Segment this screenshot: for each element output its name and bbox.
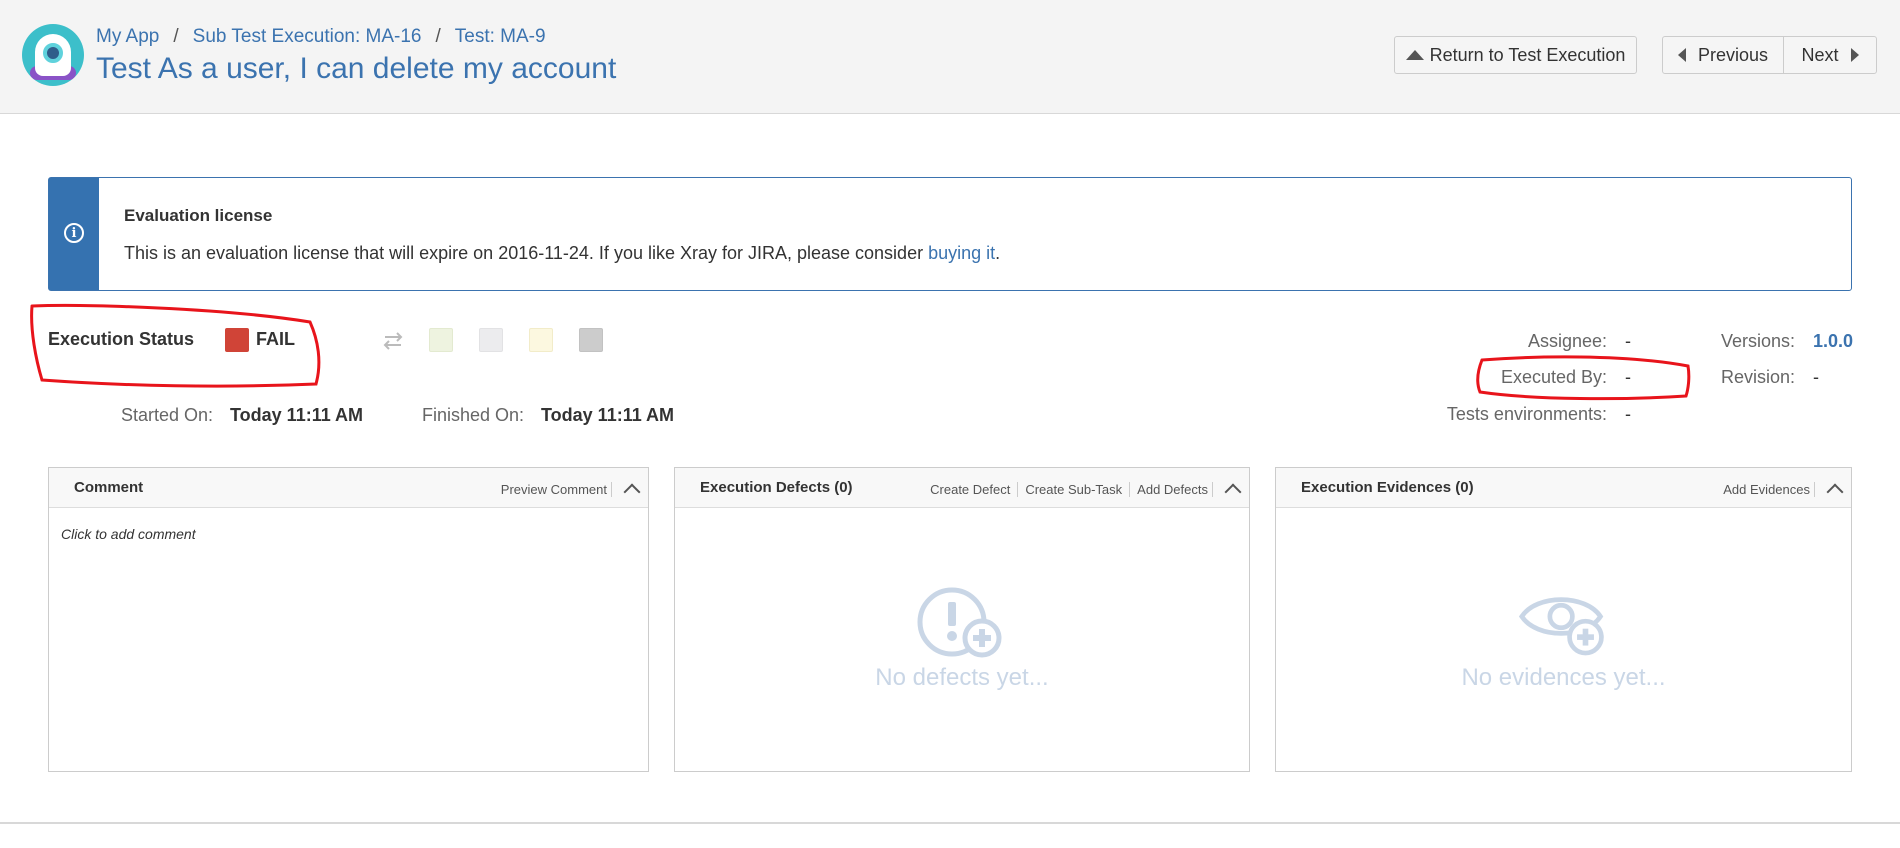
previous-button[interactable]: Previous	[1662, 36, 1784, 74]
chevron-up-icon[interactable]	[1826, 483, 1844, 501]
create-defect-link[interactable]: Create Defect	[923, 482, 1019, 497]
tests-environments-value[interactable]: -	[1625, 404, 1631, 425]
execution-status-label: Execution Status	[48, 329, 195, 349]
add-defects-link[interactable]: Add Defects	[1130, 482, 1213, 497]
started-on-value: Today 11:11 AM	[230, 405, 364, 425]
defects-panel-title: Execution Defects (0)	[700, 479, 853, 496]
add-comment-placeholder[interactable]: Click to add comment	[61, 526, 196, 542]
buying-it-link[interactable]: buying it	[928, 243, 995, 263]
evidences-panel-actions: Add Evidences	[1716, 482, 1815, 497]
evidences-panel-header: Execution Evidences (0) Add Evidences	[1276, 468, 1851, 508]
defect-add-icon	[917, 587, 1002, 658]
finished-on-label: Finished On:	[422, 405, 525, 425]
next-button-label: Next	[1801, 44, 1839, 65]
evidence-eye-add-icon	[1518, 597, 1604, 656]
chevron-up-icon[interactable]	[623, 483, 641, 501]
status-option-executing[interactable]	[529, 328, 553, 352]
breadcrumb-separator: /	[173, 26, 179, 47]
breadcrumb-app-link[interactable]: My App	[96, 26, 159, 48]
no-evidences-text: No evidences yet...	[1461, 664, 1666, 691]
started-on-label: Started On:	[121, 405, 214, 425]
breadcrumb-sub-test-execution-link[interactable]: Sub Test Execution: MA-16	[193, 26, 422, 48]
evaluation-license-banner: i Evaluation license This is an evaluati…	[48, 177, 1852, 291]
info-icon: i	[64, 223, 84, 243]
return-to-test-execution-button[interactable]: Return to Test Execution	[1394, 36, 1637, 74]
app-logo-icon	[22, 24, 84, 86]
revision-label: Revision:	[1720, 367, 1795, 387]
execution-defects-panel: Execution Defects (0) Create Defect Crea…	[674, 467, 1250, 772]
status-option-aborted[interactable]	[579, 328, 603, 352]
comment-panel-title: Comment	[74, 479, 144, 496]
status-option-todo[interactable]	[479, 328, 503, 352]
page-title: Test As a user, I can delete my account	[96, 52, 617, 85]
breadcrumb: My App / Sub Test Execution: MA-16 / Tes…	[96, 26, 546, 48]
comment-panel: Comment Preview Comment Click to add com…	[48, 467, 649, 772]
executed-by-value: -	[1625, 367, 1631, 387]
comment-panel-actions: Preview Comment	[494, 482, 612, 497]
arrow-right-icon	[1850, 48, 1859, 62]
license-body-text: This is an evaluation license that will …	[124, 243, 929, 263]
versions-value-link[interactable]: 1.0.0	[1813, 331, 1853, 352]
revision-value: -	[1813, 367, 1819, 387]
defects-panel-header: Execution Defects (0) Create Defect Crea…	[675, 468, 1249, 508]
page-header: My App / Sub Test Execution: MA-16 / Tes…	[0, 0, 1900, 114]
assignee-value[interactable]: -	[1625, 331, 1631, 352]
add-evidences-link[interactable]: Add Evidences	[1716, 482, 1815, 497]
banner-stripe: i	[49, 178, 99, 290]
previous-button-label: Previous	[1697, 44, 1769, 65]
executed-by-label: Executed By:	[1500, 367, 1607, 387]
license-body-end: .	[995, 243, 1001, 263]
status-value[interactable]: FAIL	[256, 329, 295, 350]
chevron-up-icon[interactable]	[1224, 483, 1242, 501]
footer-divider	[0, 822, 1900, 824]
status-fail-swatch[interactable]	[225, 328, 249, 352]
execution-evidences-panel: Execution Evidences (0) Add Evidences No…	[1275, 467, 1852, 772]
evidences-panel-title: Execution Evidences (0)	[1301, 479, 1474, 496]
comment-panel-header: Comment Preview Comment	[49, 468, 648, 508]
preview-comment-link[interactable]: Preview Comment	[494, 482, 612, 497]
breadcrumb-test-link[interactable]: Test: MA-9	[455, 26, 546, 48]
tests-environments-label: Tests environments:	[1446, 404, 1607, 424]
finished-on-value: Today 11:11 AM	[541, 405, 675, 425]
swap-arrows-icon[interactable]	[381, 331, 405, 351]
return-button-label: Return to Test Execution	[1429, 44, 1626, 65]
arrow-up-icon	[1405, 50, 1424, 60]
license-body: This is an evaluation license that will …	[124, 243, 1000, 264]
no-defects-text: No defects yet...	[875, 664, 1049, 691]
license-title: Evaluation license	[124, 206, 273, 225]
create-sub-task-link[interactable]: Create Sub-Task	[1018, 482, 1131, 497]
assignee-label: Assignee:	[1527, 331, 1607, 351]
versions-label: Versions:	[1720, 331, 1795, 351]
defects-panel-actions: Create Defect Create Sub-Task Add Defect…	[923, 482, 1213, 497]
arrow-left-icon	[1677, 48, 1686, 62]
next-button[interactable]: Next	[1783, 36, 1877, 74]
breadcrumb-separator: /	[435, 26, 441, 47]
status-option-pass[interactable]	[429, 328, 453, 352]
